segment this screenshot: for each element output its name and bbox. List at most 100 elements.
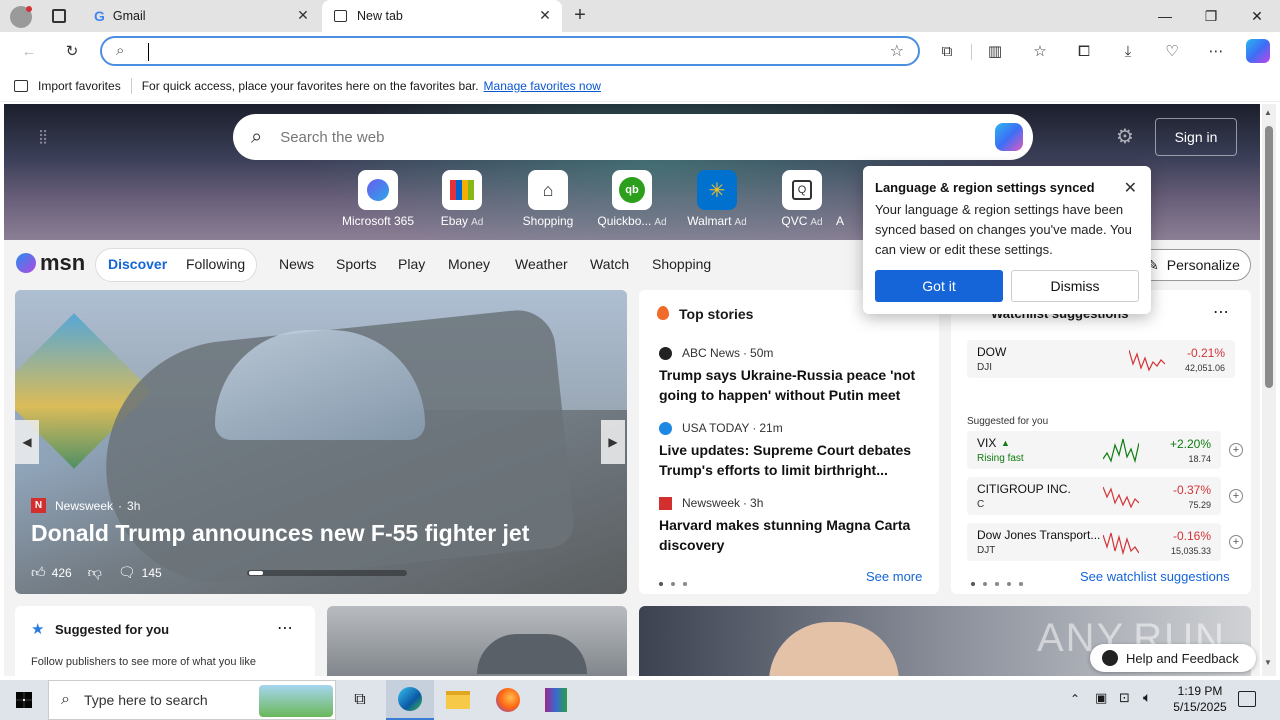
address-bar[interactable]: ⌕ ☆: [100, 36, 920, 66]
edge-taskbar-icon[interactable]: [386, 680, 434, 720]
file-explorer-icon[interactable]: [434, 680, 482, 720]
back-icon[interactable]: ←: [18, 40, 40, 62]
volume-icon[interactable]: 🔈︎: [1143, 689, 1151, 706]
nav-weather[interactable]: Weather: [515, 256, 568, 272]
split-screen-icon[interactable]: ▥: [984, 40, 1006, 62]
hero-story-card[interactable]: ◀ ▶ N Newsweek · 3h Donald Trump announc…: [15, 290, 627, 594]
watchlist-row[interactable]: Dow Jones Transport... DJT -0.16% 15,035…: [967, 523, 1243, 561]
carousel-next-button[interactable]: ▶: [601, 420, 625, 464]
restore-button[interactable]: ❐: [1188, 0, 1234, 32]
scroll-thumb[interactable]: [1265, 126, 1273, 388]
close-icon[interactable]: ✕: [1124, 178, 1137, 198]
taskbar-search-input[interactable]: Type here to search: [84, 692, 208, 708]
nav-shopping[interactable]: Shopping: [652, 256, 711, 272]
device-icon[interactable]: ▣: [1095, 690, 1107, 706]
story-time: 3h: [127, 498, 141, 513]
see-more-link[interactable]: See more: [866, 569, 922, 584]
like-icon[interactable]: 👍︎: [31, 564, 46, 581]
story-headline[interactable]: Trump says Ukraine-Russia peace 'not goi…: [659, 365, 919, 405]
personalize-button[interactable]: ✎ Personalize: [1136, 249, 1251, 281]
copilot-icon[interactable]: [1246, 39, 1270, 63]
more-icon[interactable]: ⋯: [1205, 40, 1227, 62]
clock-time: 1:19 PM: [1177, 684, 1223, 698]
downloads-icon[interactable]: ⤓: [1117, 40, 1139, 62]
winrar-icon[interactable]: [532, 680, 580, 720]
scroll-down-icon[interactable]: ▼: [1264, 658, 1272, 667]
address-input[interactable]: [148, 43, 150, 61]
favorite-star-icon[interactable]: ☆: [890, 41, 904, 61]
tab-following[interactable]: Following: [186, 256, 245, 272]
watchlist-row[interactable]: CITIGROUP INC. C -0.37% 75.29 +: [967, 477, 1243, 515]
network-icon[interactable]: ⊡: [1119, 690, 1130, 706]
nav-play[interactable]: Play: [398, 256, 425, 272]
collections-icon[interactable]: ⧠: [1073, 40, 1095, 62]
suggested-more-icon[interactable]: ⋯: [277, 618, 293, 638]
like-count: 426: [51, 565, 72, 580]
nav-watch[interactable]: Watch: [590, 256, 629, 272]
apps-grid-icon[interactable]: ⣿: [38, 128, 54, 144]
quicklink-partial[interactable]: A: [820, 214, 860, 228]
firefox-icon[interactable]: [484, 680, 532, 720]
hero-reactions: 👍︎ 426 👎︎ 🗨︎ 145: [31, 564, 162, 581]
see-watchlist-link[interactable]: See watchlist suggestions: [1080, 569, 1230, 584]
notifications-icon[interactable]: [1238, 691, 1256, 707]
close-tab-icon[interactable]: ✕: [296, 8, 310, 22]
quicklink-walmart[interactable]: ✳ Walmart Ad: [677, 170, 757, 228]
pagination-dots: [659, 574, 695, 589]
quicklink-quickbooks[interactable]: qb Quickbo... Ad: [592, 170, 672, 228]
quicklink-ebay[interactable]: Ebay Ad: [422, 170, 502, 228]
import-favorites-button[interactable]: Import favorites: [38, 79, 121, 93]
tab-actions-icon[interactable]: [52, 9, 66, 23]
scroll-up-icon[interactable]: ▲: [1264, 108, 1272, 117]
tab-new-tab[interactable]: New tab ✕: [322, 0, 562, 32]
task-view-button[interactable]: ⧉: [336, 680, 384, 720]
add-watchlist-button[interactable]: +: [1229, 535, 1243, 549]
page-scrollbar[interactable]: ▲ ▼: [1262, 104, 1276, 676]
hero-headline[interactable]: Donald Trump announces new F-55 fighter …: [31, 520, 529, 547]
web-search-box[interactable]: ⌕ Search the web: [233, 114, 1033, 160]
help-feedback-button[interactable]: Help and Feedback: [1090, 644, 1256, 672]
toolbar-divider: [971, 44, 972, 60]
got-it-button[interactable]: Got it: [875, 270, 1003, 302]
quicklink-shopping[interactable]: ⌂ Shopping: [508, 170, 588, 228]
quicklink-microsoft365[interactable]: Microsoft 365: [338, 170, 418, 228]
watchlist-more-icon[interactable]: ⋯: [1213, 302, 1229, 322]
profile-icon[interactable]: [10, 6, 32, 28]
new-tab-button[interactable]: +: [568, 4, 592, 28]
browser-essentials-icon[interactable]: ♡: [1161, 40, 1183, 62]
story-headline[interactable]: Live updates: Supreme Court debates Trum…: [659, 440, 919, 480]
close-window-button[interactable]: ✕: [1234, 0, 1280, 32]
msn-logo[interactable]: msn: [16, 250, 85, 276]
copilot-search-icon[interactable]: [995, 123, 1023, 151]
show-hidden-icons[interactable]: ⌃: [1070, 692, 1080, 706]
add-watchlist-button[interactable]: +: [1229, 443, 1243, 457]
dismiss-button[interactable]: Dismiss: [1011, 270, 1139, 302]
watchlist-row[interactable]: VIX ▲ Rising fast +2.20% 18.74 +: [967, 431, 1243, 469]
web-search-input[interactable]: Search the web: [280, 129, 384, 146]
manage-favorites-link[interactable]: Manage favorites now: [484, 79, 601, 93]
dislike-icon[interactable]: 👎︎: [88, 564, 102, 581]
nav-sports[interactable]: Sports: [336, 256, 376, 272]
nav-money[interactable]: Money: [448, 256, 490, 272]
extensions-icon[interactable]: ⧉: [936, 40, 958, 62]
minimize-button[interactable]: —: [1142, 0, 1188, 32]
close-tab-icon[interactable]: ✕: [538, 8, 552, 22]
start-button[interactable]: [0, 680, 48, 720]
suggested-publishers-card: ★ Suggested for you ⋯ Follow publishers …: [15, 606, 315, 676]
taskbar-search[interactable]: ⌕ Type here to search: [48, 680, 336, 720]
tab-discover[interactable]: Discover: [108, 256, 167, 272]
refresh-icon[interactable]: ↻: [61, 40, 83, 62]
story-image-card[interactable]: [327, 606, 627, 676]
tab-gmail[interactable]: G Gmail ✕: [84, 0, 320, 32]
add-watchlist-button[interactable]: +: [1229, 489, 1243, 503]
settings-gear-icon[interactable]: ⚙: [1116, 124, 1134, 149]
quicklink-label: Ebay: [440, 214, 469, 228]
favorites-icon[interactable]: ☆: [1029, 40, 1051, 62]
sign-in-button[interactable]: Sign in: [1155, 118, 1237, 156]
comment-icon[interactable]: 🗨︎: [118, 564, 136, 581]
watchlist-row-dow[interactable]: DOW DJI -0.21% 42,051.06: [967, 340, 1235, 378]
nav-news[interactable]: News: [279, 256, 314, 272]
system-clock[interactable]: 1:19 PM 5/15/2025: [1166, 683, 1234, 715]
story-headline[interactable]: Harvard makes stunning Magna Carta disco…: [659, 515, 919, 555]
carousel-prev-button[interactable]: ◀: [15, 420, 39, 464]
